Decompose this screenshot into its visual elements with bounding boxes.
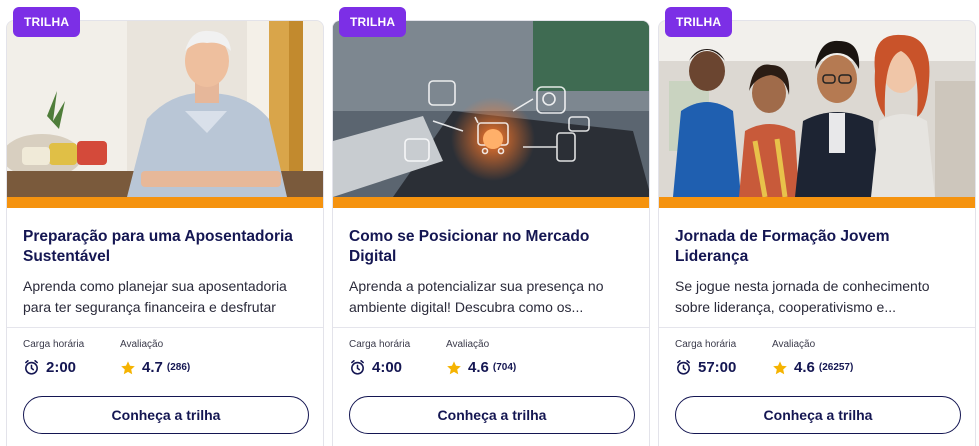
rating-text: 4.6 [794,359,815,376]
workload-value: 2:00 [23,359,76,376]
view-trail-button[interactable]: Conheça a trilha [675,396,961,434]
course-card[interactable]: Jornada de Formação Jovem Liderança Se j… [658,20,976,446]
rating-label: Avaliação [446,339,490,350]
rating-text: 4.6 [468,359,489,376]
divider [7,327,323,328]
course-meta: Carga horária 4:00 Avaliação 4.6 (704) [349,339,633,379]
course-card[interactable]: Como se Posicionar no Mercado Digital Ap… [332,20,650,446]
rating-label: Avaliação [772,339,816,350]
view-trail-button[interactable]: Conheça a trilha [23,396,309,434]
workload-text: 57:00 [698,359,737,376]
rating-value: 4.6 (26257) [772,359,853,376]
star-icon [120,360,136,376]
rating-label: Avaliação [120,339,164,350]
workload-text: 4:00 [372,359,403,376]
trail-badge: TRILHA [339,7,407,37]
course-cards-row: Preparação para uma Aposentadoria Susten… [0,0,979,446]
star-icon [772,360,788,376]
view-trail-button[interactable]: Conheça a trilha [349,396,635,434]
accent-stripe [7,197,323,208]
course-title[interactable]: Jornada de Formação Jovem Liderança [675,227,959,269]
workload-label: Carga horária [349,339,411,350]
alarm-clock-icon [23,359,40,376]
workload-value: 57:00 [675,359,736,376]
divider [659,327,975,328]
rating-count: (286) [166,362,191,373]
course-meta: Carga horária 57:00 Avaliação 4.6 (26257… [675,339,959,379]
course-meta: Carga horária 2:00 Avaliação 4.7 (286) [23,339,307,379]
workload-value: 4:00 [349,359,402,376]
course-thumbnail[interactable] [659,21,975,197]
course-description: Se jogue nesta jornada de conhecimento s… [675,278,930,315]
trail-badge: TRILHA [13,7,81,37]
course-thumbnail[interactable] [333,21,649,197]
course-card[interactable]: Preparação para uma Aposentadoria Susten… [6,20,324,446]
course-title[interactable]: Preparação para uma Aposentadoria Susten… [23,227,307,269]
accent-stripe [333,197,649,208]
accent-stripe [659,197,975,208]
workload-text: 2:00 [46,359,77,376]
rating-count: (26257) [818,362,854,373]
divider [333,327,649,328]
trail-badge: TRILHA [665,7,733,37]
course-title[interactable]: Como se Posicionar no Mercado Digital [349,227,633,269]
rating-value: 4.7 (286) [120,359,190,376]
rating-value: 4.6 (704) [446,359,516,376]
rating-count: (704) [492,362,517,373]
alarm-clock-icon [675,359,692,376]
workload-label: Carga horária [23,339,85,350]
rating-text: 4.7 [142,359,163,376]
course-description: Aprenda como planejar sua aposentadoria … [23,278,287,322]
alarm-clock-icon [349,359,366,376]
course-description: Aprenda a potencializar sua presença no … [349,278,604,315]
workload-label: Carga horária [675,339,737,350]
star-icon [446,360,462,376]
course-thumbnail[interactable] [7,21,323,197]
